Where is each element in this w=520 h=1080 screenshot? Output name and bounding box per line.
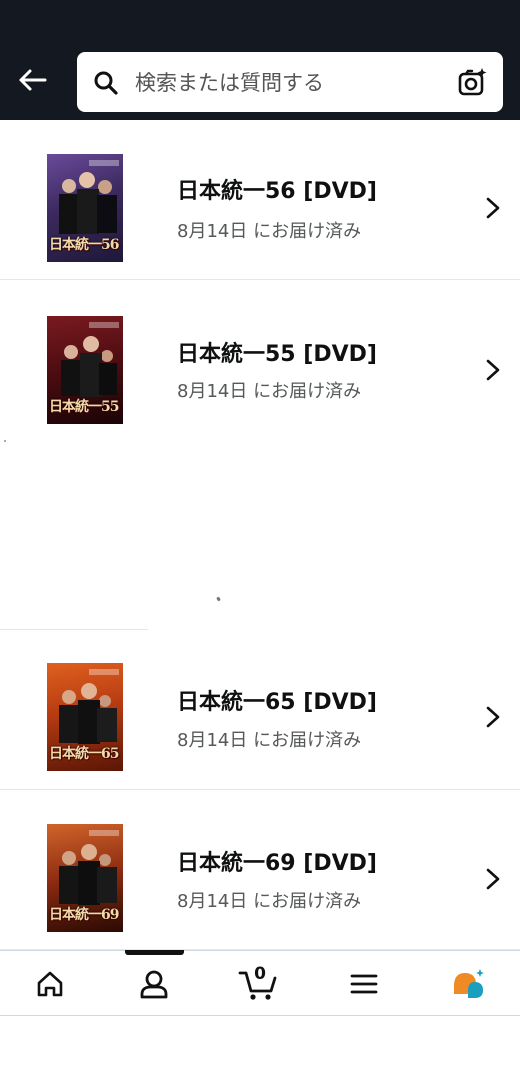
product-title[interactable]: 日本統一55 [DVD] (177, 336, 377, 368)
cover-logo: 日本統一65 (49, 746, 119, 762)
product-title[interactable]: 日本統一69 [DVD] (177, 845, 377, 877)
product-cover-image: 日本統一69 (47, 824, 123, 932)
search-bar[interactable] (77, 52, 503, 112)
cover-tagline (89, 160, 119, 166)
cart-count-badge: 0 (254, 964, 266, 984)
product-cover-image: 日本統一65 (47, 663, 123, 771)
rufus-assistant-icon (454, 969, 484, 998)
chevron-right-icon[interactable] (484, 196, 502, 220)
active-tab-indicator (125, 950, 184, 955)
cover-tagline (89, 322, 119, 328)
render-artifact (216, 596, 221, 602)
nav-assistant[interactable] (438, 962, 498, 1006)
top-header (0, 0, 520, 120)
product-title[interactable]: 日本統一56 [DVD] (177, 173, 377, 205)
product-cover-image: 日本統一56 (47, 154, 123, 262)
product-cover-image: 日本統一55 (47, 316, 123, 424)
delivery-status: 8月14日 にお届け済み (177, 891, 362, 912)
delivery-status: 8月14日 にお届け済み (177, 730, 362, 751)
product-title[interactable]: 日本統一65 [DVD] (177, 684, 377, 716)
account-icon (140, 970, 168, 999)
order-row[interactable]: 日本統一55 日本統一55 [DVD] 8月14日 にお届け済み (0, 281, 520, 441)
back-button[interactable] (12, 62, 52, 98)
magnifier-icon[interactable] (93, 70, 119, 96)
divider (0, 629, 148, 630)
menu-icon (350, 974, 378, 994)
order-row[interactable]: 日本統一69 日本統一69 [DVD] 8月14日 にお届け済み (0, 791, 520, 950)
nav-home[interactable] (20, 962, 80, 1006)
camera-sparkle-icon[interactable] (458, 67, 488, 97)
chevron-right-icon[interactable] (484, 867, 502, 891)
cover-logo: 日本統一69 (49, 907, 119, 923)
cover-logo: 日本統一56 (49, 237, 119, 253)
order-row[interactable]: 日本統一56 日本統一56 [DVD] 8月14日 にお届け済み (0, 121, 520, 280)
cover-logo: 日本統一55 (49, 399, 119, 415)
arrow-left-icon (19, 69, 47, 91)
delivery-status: 8月14日 にお届け済み (177, 381, 362, 402)
delivery-status: 8月14日 にお届け済み (177, 221, 362, 242)
cover-tagline (89, 669, 119, 675)
chevron-right-icon[interactable] (484, 705, 502, 729)
chevron-right-icon[interactable] (484, 358, 502, 382)
render-artifact (4, 440, 6, 442)
search-input[interactable] (133, 62, 447, 104)
order-row[interactable]: 日本統一65 日本統一65 [DVD] 8月14日 にお届け済み (0, 631, 520, 790)
nav-account[interactable] (124, 962, 184, 1006)
nav-menu[interactable] (334, 962, 394, 1006)
home-icon (37, 971, 63, 997)
cover-tagline (89, 830, 119, 836)
